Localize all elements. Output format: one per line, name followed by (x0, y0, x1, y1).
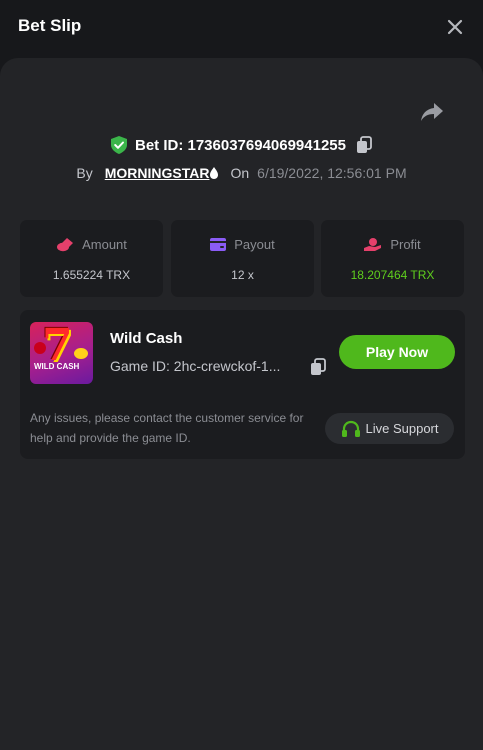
profit-value: 18.207464 TRX (350, 268, 435, 282)
page-title: Bet Slip (18, 16, 82, 35)
payout-card: Payout 12 x (171, 220, 314, 297)
header-bar: Bet Slip (0, 0, 483, 58)
headset-icon (341, 420, 360, 437)
payout-label: Payout (234, 237, 275, 252)
on-label: On (230, 165, 250, 181)
bet-datetime: 6/19/2022, 12:56:01 PM (257, 165, 407, 181)
bet-meta-row: By MORNINGSTAR On 6/19/2022, 12:56:01 PM (0, 163, 483, 183)
amount-label: Amount (82, 237, 127, 252)
username-badge-icon (210, 167, 219, 179)
hand-coin-icon (364, 237, 382, 251)
profit-label: Profit (390, 237, 421, 252)
game-id: Game ID: 2hc-crewckof-1... (110, 358, 281, 374)
coins-icon (57, 237, 74, 251)
copy-icon[interactable] (356, 136, 372, 154)
payout-value: 12 x (231, 268, 254, 282)
live-support-label: Live Support (365, 421, 439, 436)
shield-check-icon (110, 136, 127, 154)
bet-id: Bet ID: 1736037694069941255 (134, 136, 346, 154)
lemon-icon (74, 348, 88, 359)
thumbnail-title: WILD CASH (34, 362, 80, 371)
game-thumbnail[interactable]: 7 WILD CASH (30, 322, 93, 384)
live-support-button[interactable]: Live Support (325, 413, 454, 444)
play-now-button[interactable]: Play Now (339, 335, 455, 369)
amount-value: 1.655224 TRX (52, 268, 131, 282)
support-notice: Any issues, please contact the customer … (30, 411, 304, 445)
close-icon[interactable] (443, 15, 467, 39)
by-label: By (76, 165, 93, 181)
game-name: Wild Cash (110, 330, 183, 347)
profit-card: Profit 18.207464 TRX (321, 220, 464, 297)
wallet-icon (210, 238, 227, 251)
game-card: 7 WILD CASH Wild Cash Game ID: 2hc-crewc… (20, 310, 465, 459)
amount-card: Amount 1.655224 TRX (20, 220, 163, 297)
username-link[interactable]: MORNINGSTAR (105, 165, 210, 181)
bet-id-row: Bet ID: 1736037694069941255 (0, 134, 483, 156)
share-icon[interactable] (420, 101, 444, 123)
copy-game-id-icon[interactable] (310, 358, 326, 376)
